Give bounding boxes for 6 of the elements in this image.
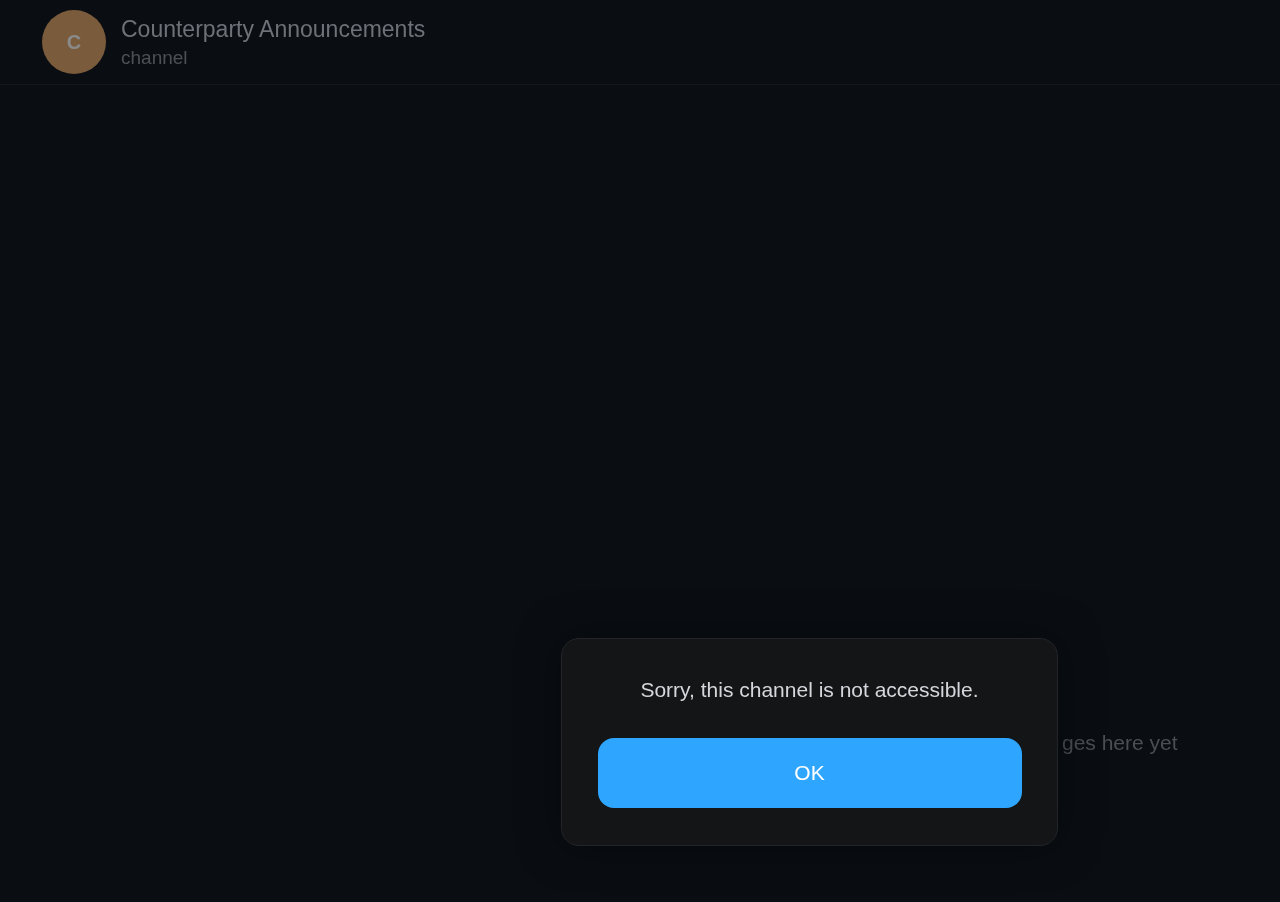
channel-avatar: C (42, 10, 106, 74)
ok-button[interactable]: OK (597, 738, 1022, 808)
channel-type: channel (121, 46, 189, 69)
channel-title: Counterparty Announcements (121, 15, 426, 43)
dialog-message: Sorry, this channel is not accessible. (640, 678, 979, 702)
empty-state-text: ges here yet (1062, 731, 1178, 755)
